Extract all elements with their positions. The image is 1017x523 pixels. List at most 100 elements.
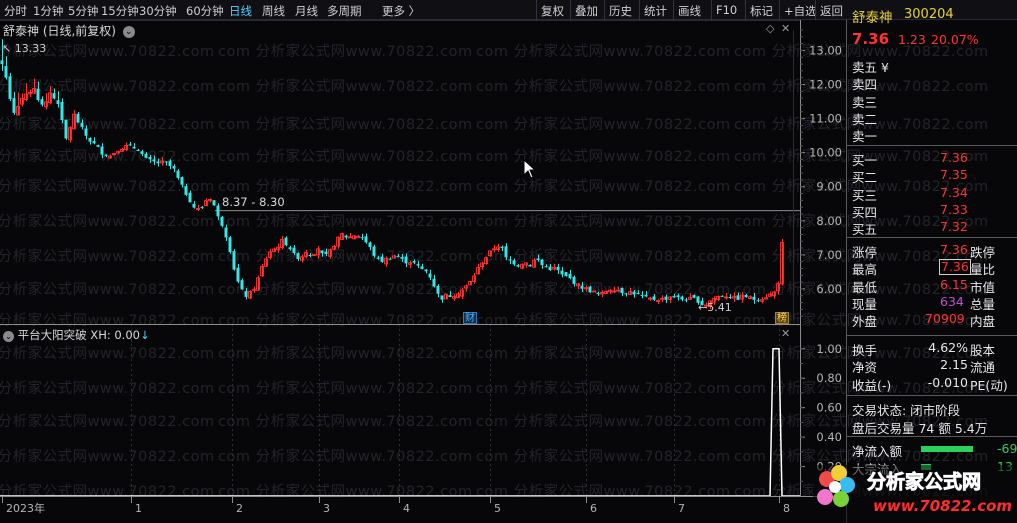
candle-body-down	[744, 294, 748, 298]
candle-body-down	[624, 293, 628, 295]
candle-body-down	[88, 138, 92, 142]
stat2-label: 净资	[852, 360, 878, 376]
candle-body-down	[192, 203, 196, 208]
candle-body-down	[664, 296, 668, 300]
candle-body-down	[216, 205, 220, 217]
stat-label-2: 量比	[970, 262, 996, 278]
candle-body-down	[60, 101, 64, 121]
buy-level-label: 买二	[852, 170, 878, 186]
price-tick-label: 13.00	[809, 43, 842, 57]
indicator-close-icon[interactable]: ✕	[781, 327, 790, 340]
candle-body-down	[380, 256, 384, 262]
price-tick-label: 7.00	[816, 248, 842, 262]
x-axis-label: 2023年	[6, 501, 45, 515]
toolbar-period-9[interactable]: 多周期	[327, 3, 362, 19]
price-tick-label: 12.00	[809, 78, 842, 92]
toolbar-period-3[interactable]: 15分钟	[101, 3, 139, 19]
buy-level-label: 买四	[852, 204, 878, 220]
candle-body-down	[244, 291, 248, 297]
toolbar-period-8[interactable]: 月线	[295, 3, 318, 19]
candle-body-down	[508, 259, 512, 261]
flow-divider	[847, 436, 1017, 437]
toolbar-action-0[interactable]: 复权	[541, 3, 564, 19]
toolbar-action-1[interactable]: 叠加	[575, 3, 598, 19]
toolbar-action-3[interactable]: 统计	[644, 3, 667, 19]
stat-value: 7.36	[940, 242, 968, 257]
toolbar-period-4[interactable]: 30分钟	[139, 3, 177, 19]
logo-text: 分析家公式网	[867, 470, 981, 493]
diamond-icon[interactable]: ◇	[766, 22, 774, 35]
toolbar-period-6[interactable]: 日线	[229, 3, 252, 19]
candle-body-down	[228, 237, 232, 253]
stat2-value: 4.62%	[928, 340, 968, 355]
indicator-settings-icon[interactable]: ⌄	[3, 331, 14, 342]
candle-body-down	[40, 99, 44, 105]
toolbar-action-7[interactable]: +自选	[784, 3, 817, 19]
buy-level-label: 买五	[852, 222, 878, 238]
toolbar-separator	[779, 0, 780, 20]
toolbar-period-0[interactable]: 分时	[4, 3, 27, 19]
toolbar-period-2[interactable]: 5分钟	[68, 3, 98, 19]
candle-body-down	[420, 266, 424, 269]
buy-level-price: 7.32	[940, 219, 968, 235]
toolbar-separator	[604, 0, 605, 20]
sell-level-label: 卖三	[852, 94, 878, 110]
title-dropdown-icon[interactable]: ⌄	[122, 26, 135, 38]
toolbar-action-6[interactable]: 标记	[750, 3, 773, 19]
chart-grid	[0, 20, 800, 497]
logo-petal	[817, 489, 833, 505]
candle-body-down	[324, 251, 328, 254]
candle-body-down	[184, 186, 188, 195]
stats-divider	[847, 237, 1017, 238]
candle-body-down	[396, 256, 400, 258]
toolbar-period-5[interactable]: 60分钟	[186, 3, 224, 19]
candle-body-down	[368, 242, 372, 248]
candle-body-down	[672, 295, 676, 298]
candle-body-down	[428, 273, 432, 278]
toolbar-period-7[interactable]: 周线	[262, 3, 285, 19]
stat-label: 外盘	[852, 314, 878, 330]
toolbar-action-8[interactable]: 返回	[820, 3, 843, 19]
price-tick-label: 8.00	[816, 214, 842, 228]
logo-petal	[839, 477, 855, 493]
stat2-label: 收益(-)	[852, 377, 892, 393]
candle-body-down	[684, 299, 688, 301]
indicator-tick-label: 1.00	[816, 342, 842, 356]
finance-marker[interactable]: 财	[463, 312, 477, 324]
toolbar-period-10[interactable]: 更多 〉	[382, 3, 420, 19]
logo-center	[829, 481, 841, 493]
candle-body-down	[652, 296, 656, 300]
x-axis-label: 7	[678, 502, 685, 515]
toolbar-action-2[interactable]: 历史	[609, 3, 632, 19]
candle-body-down	[728, 297, 732, 299]
candle-body-down	[292, 247, 296, 253]
stat-label: 涨停	[852, 245, 878, 260]
candle-body-down	[344, 235, 348, 238]
candle-body-down	[548, 266, 552, 271]
candle-body-down	[720, 295, 724, 297]
chart-scrollbar[interactable]	[793, 30, 799, 320]
candle-body-down	[632, 291, 636, 295]
close-chart-icon[interactable]: ✕	[781, 22, 790, 35]
ranking-marker[interactable]: 榜	[775, 312, 789, 324]
indicator-tick-label: 0.40	[816, 430, 842, 444]
toolbar-period-1[interactable]: 1分钟	[33, 3, 63, 19]
stat-label-2: 市值	[970, 279, 996, 295]
min-price-label: ←5.41	[698, 301, 732, 314]
candle-body-down	[284, 237, 288, 246]
stock-code: 300204	[904, 7, 954, 22]
candle-body-down	[188, 192, 192, 203]
buy-level-label: 买三	[852, 187, 878, 203]
candle-body-down	[4, 66, 8, 78]
toolbar-action-5[interactable]: F10	[716, 3, 737, 17]
candle-body-down	[440, 295, 444, 300]
candle-body-down	[288, 247, 292, 250]
candle-body-down	[540, 259, 544, 266]
x-axis-label: 8	[783, 502, 790, 515]
candle-body-down	[500, 246, 504, 248]
candle-body-down	[424, 269, 428, 272]
buy-level-price: 7.35	[940, 167, 968, 183]
candle-body-down	[308, 255, 312, 257]
range-label: 8.37 - 8.30	[222, 195, 285, 209]
toolbar-action-4[interactable]: 画线	[678, 3, 701, 19]
